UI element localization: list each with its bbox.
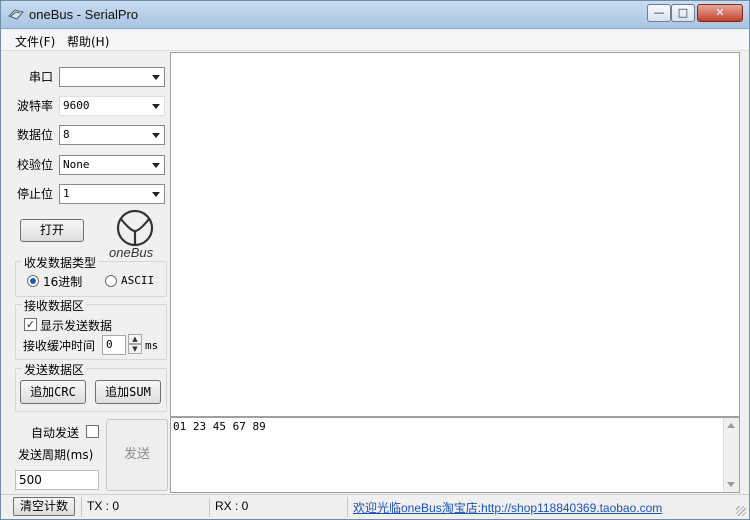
stopbits-select[interactable]: 1 bbox=[59, 184, 165, 204]
open-port-button[interactable]: 打开 bbox=[20, 219, 84, 242]
resize-grip-icon[interactable] bbox=[736, 506, 746, 516]
parity-value: None bbox=[63, 158, 90, 171]
baud-select[interactable]: 9600 bbox=[59, 96, 165, 116]
logo-text: oneBus bbox=[109, 245, 154, 260]
scroll-up-icon[interactable] bbox=[727, 423, 735, 428]
status-divider bbox=[347, 497, 348, 517]
buffer-time-label: 接收缓冲时间 bbox=[23, 339, 96, 353]
baud-label: 波特率 bbox=[17, 99, 54, 113]
chevron-down-icon bbox=[152, 104, 160, 109]
send-period-input[interactable]: 500 bbox=[15, 470, 99, 490]
menu-help[interactable]: 帮助(H) bbox=[67, 33, 109, 50]
app-window: oneBus - SerialPro — □ ✕ 文件(F) 帮助(H) 串口 … bbox=[0, 0, 750, 520]
buffer-time-input[interactable]: 0 bbox=[102, 335, 126, 355]
spin-up-button[interactable]: ▲ bbox=[128, 334, 142, 344]
send-button[interactable]: 发送 bbox=[106, 419, 168, 491]
databits-value: 8 bbox=[63, 128, 70, 141]
chevron-down-icon bbox=[152, 133, 160, 138]
maximize-button[interactable]: □ bbox=[671, 4, 695, 22]
auto-send-checkbox[interactable] bbox=[86, 425, 99, 438]
hex-label: 16进制 bbox=[43, 275, 83, 289]
receive-title: 接收数据区 bbox=[22, 297, 87, 314]
stopbits-value: 1 bbox=[63, 187, 70, 200]
add-sum-button[interactable]: 追加SUM bbox=[95, 380, 161, 404]
show-sent-checkbox[interactable]: ✓ bbox=[24, 318, 37, 331]
rx-count: RX : 0 bbox=[215, 499, 249, 513]
menu-bar: 文件(F) 帮助(H) bbox=[1, 30, 749, 51]
check-icon: ✓ bbox=[25, 318, 36, 331]
add-crc-button[interactable]: 追加CRC bbox=[20, 380, 86, 404]
close-icon: ✕ bbox=[715, 6, 725, 19]
tx-count: TX : 0 bbox=[87, 499, 120, 513]
status-bar: 清空计数 TX : 0 RX : 0 欢迎光临oneBus淘宝店:http://… bbox=[1, 494, 749, 519]
maximize-icon: □ bbox=[677, 6, 689, 19]
status-divider bbox=[81, 497, 82, 517]
auto-send-label: 自动发送 bbox=[31, 426, 80, 440]
parity-select[interactable]: None bbox=[59, 155, 165, 175]
close-button[interactable]: ✕ bbox=[697, 4, 743, 22]
databits-label: 数据位 bbox=[17, 128, 54, 142]
hex-radio[interactable] bbox=[27, 275, 39, 287]
send-period-label: 发送周期(ms) bbox=[18, 448, 94, 462]
shop-link[interactable]: 欢迎光临oneBus淘宝店:http://shop118840369.taoba… bbox=[353, 499, 662, 516]
port-label: 串口 bbox=[29, 70, 54, 84]
data-type-title: 收发数据类型 bbox=[22, 254, 99, 271]
baud-value: 9600 bbox=[63, 99, 90, 112]
minimize-icon: — bbox=[653, 6, 665, 19]
chevron-down-icon bbox=[152, 75, 160, 80]
show-sent-label: 显示发送数据 bbox=[40, 319, 113, 333]
buffer-unit-label: ms bbox=[145, 339, 159, 352]
port-select[interactable] bbox=[59, 67, 165, 87]
chevron-down-icon bbox=[152, 192, 160, 197]
title-bar[interactable]: oneBus - SerialPro — □ ✕ bbox=[1, 1, 749, 29]
parity-label: 校验位 bbox=[17, 158, 54, 172]
send-scrollbar[interactable] bbox=[723, 418, 739, 492]
send-content: 01 23 45 67 89 bbox=[173, 420, 266, 433]
stopbits-label: 停止位 bbox=[17, 187, 54, 201]
receive-text-area[interactable] bbox=[170, 52, 740, 417]
ascii-label: ASCII bbox=[121, 274, 155, 287]
status-divider bbox=[209, 497, 210, 517]
menu-file[interactable]: 文件(F) bbox=[15, 33, 55, 50]
databits-select[interactable]: 8 bbox=[59, 125, 165, 145]
clear-count-button[interactable]: 清空计数 bbox=[13, 497, 75, 516]
send-text-area[interactable]: 01 23 45 67 89 bbox=[170, 417, 740, 493]
spin-down-button[interactable]: ▼ bbox=[128, 344, 142, 354]
scroll-down-icon[interactable] bbox=[727, 482, 735, 487]
app-icon bbox=[7, 7, 25, 23]
send-title: 发送数据区 bbox=[22, 361, 87, 378]
minimize-button[interactable]: — bbox=[647, 4, 671, 22]
settings-panel: 串口 波特率 9600 数据位 8 校验位 None 停止位 1 打开 oneB… bbox=[7, 53, 169, 413]
ascii-radio[interactable] bbox=[105, 275, 117, 287]
chevron-down-icon bbox=[152, 163, 160, 168]
window-title: oneBus - SerialPro bbox=[29, 7, 139, 22]
